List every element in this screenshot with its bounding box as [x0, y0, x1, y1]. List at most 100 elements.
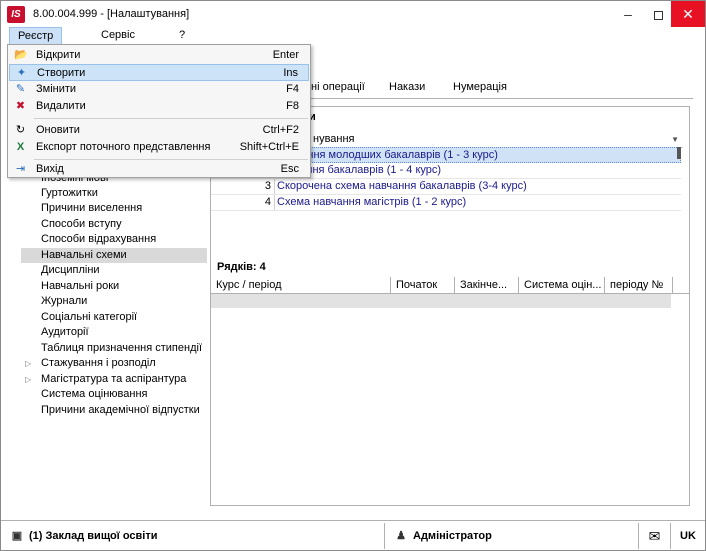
tree-item-label: Система оцінювання — [41, 388, 148, 400]
vertical-scrollbar[interactable] — [677, 147, 681, 159]
tree-item-label: Соціальні категорії — [41, 311, 138, 323]
main-window: IS 8.00.004.999 - [Налаштування] – ✕ Реє… — [0, 0, 706, 551]
tree-item-label: Магістратура та аспірантура — [41, 373, 187, 385]
tree-item-scholarship-table[interactable]: Таблиця призначення стипендії — [21, 341, 207, 356]
menu-separator — [34, 118, 308, 119]
column-header-grading[interactable]: Система оцін... — [519, 277, 605, 294]
row-name: Скорочена схема навчання бакалаврів (3-4… — [277, 180, 527, 192]
menu-item-shortcut: F8 — [286, 100, 299, 112]
settings-tree: Іноземні мові Гуртожитки Причини виселен… — [21, 171, 209, 507]
tree-item-label: Навчальні роки — [41, 280, 120, 292]
menu-item-label: Оновити — [36, 124, 80, 136]
tree-item-label: Гуртожитки — [41, 187, 98, 199]
tab-orders[interactable]: Накази — [389, 81, 425, 93]
user-status[interactable]: ♟ Адміністратор — [385, 523, 639, 549]
tree-item-admission-ways[interactable]: Способи вступу — [21, 217, 207, 232]
tree-item-label: Навчальні схеми — [41, 249, 127, 261]
menu-item-shortcut: Ins — [283, 67, 298, 79]
registry-menu-dropdown: 📂 Відкрити Enter ✦ Створити Ins ✎ Змінит… — [7, 44, 311, 178]
status-bar: ▣ (1) Заклад вищої освіти ♟ Адміністратор … — [1, 520, 705, 550]
menu-separator — [34, 159, 308, 160]
title-bar[interactable]: IS 8.00.004.999 - [Налаштування] – ✕ — [1, 1, 705, 27]
tree-item-social-categories[interactable]: Соціальні категорії — [21, 310, 207, 325]
window-title: 8.00.004.999 - [Налаштування] — [33, 8, 190, 20]
row-name: Схема навчання магістрів (1 - 2 курс) — [277, 196, 467, 208]
tree-item-expulsion-ways[interactable]: Способи відрахування — [21, 232, 207, 247]
tree-item-internship[interactable]: ▷ Стажування і розподіл — [21, 356, 207, 371]
column-header-period-number[interactable]: періоду № — [605, 277, 673, 294]
periods-grid: Курс / період Початок Закінче... Система… — [211, 277, 689, 505]
user-name: Адміністратор — [413, 530, 492, 542]
table-row[interactable] — [211, 294, 671, 308]
menu-item-label: Експорт поточного представлення — [36, 141, 211, 153]
tree-item-eviction-reasons[interactable]: Причини виселення — [21, 201, 207, 216]
mail-status[interactable]: ✉ — [639, 523, 671, 549]
menu-item-export[interactable]: X Експорт поточного представлення Shift+… — [9, 139, 309, 156]
column-header-end[interactable]: Закінче... — [455, 277, 519, 294]
menu-registry[interactable]: Реєстр — [9, 27, 63, 45]
organization-status[interactable]: ▣ (1) Заклад вищої освіти — [1, 523, 385, 549]
maximize-icon — [653, 10, 663, 20]
menu-service[interactable]: Сервіс — [93, 27, 143, 45]
tree-item-academic-years[interactable]: Навчальні роки — [21, 279, 207, 294]
tree-item-label: Аудиторії — [41, 326, 89, 338]
column-filter-combo[interactable]: нування ▼ — [311, 132, 683, 148]
menu-item-exit[interactable]: ⇥ Вихід Esc — [9, 161, 309, 178]
tree-item-grading-system[interactable]: Система оцінювання — [21, 387, 207, 402]
delete-icon: ✖ — [15, 100, 26, 112]
list-item[interactable]: 4 Схема навчання магістрів (1 - 2 курс) — [211, 195, 681, 211]
menu-item-label: Вихід — [36, 163, 64, 175]
menu-item-open[interactable]: 📂 Відкрити Enter — [9, 47, 309, 64]
excel-export-icon: X — [16, 141, 25, 153]
menu-item-edit[interactable]: ✎ Змінити F4 — [9, 81, 309, 98]
mail-icon: ✉ — [648, 528, 661, 544]
organization-name: (1) Заклад вищої освіти — [29, 530, 158, 542]
menu-item-delete[interactable]: ✖ Видалити F8 — [9, 98, 309, 115]
tree-item-label: Журнали — [41, 295, 88, 307]
tree-item-label: Способи вступу — [41, 218, 122, 230]
chevron-down-icon[interactable]: ▼ — [671, 132, 679, 147]
tab-numbering[interactable]: Нумерація — [453, 81, 507, 93]
periods-grid-header: Курс / період Початок Закінче... Система… — [211, 277, 689, 294]
tree-item-disciplines[interactable]: Дисципліни — [21, 263, 207, 278]
tree-item-label: Способи відрахування — [41, 233, 157, 245]
tree-item-study-schemes[interactable]: Навчальні схеми — [21, 248, 207, 263]
tree-item-label: Таблиця призначення стипендії — [41, 342, 202, 354]
tab-operations[interactable]: ні операції — [311, 81, 365, 93]
menu-item-label: Відкрити — [36, 49, 81, 61]
language-indicator[interactable]: UK — [671, 523, 705, 549]
create-icon: ✦ — [16, 67, 27, 79]
tree-item-label: Причини виселення — [41, 202, 143, 214]
menu-item-label: Змінити — [36, 83, 77, 95]
tree-item-journals[interactable]: Журнали — [21, 294, 207, 309]
menu-help[interactable]: ? — [171, 27, 193, 45]
menu-item-create[interactable]: ✦ Створити Ins — [9, 64, 309, 81]
expand-arrow-icon[interactable]: ▷ — [25, 372, 31, 387]
menu-item-shortcut: Ctrl+F2 — [262, 124, 299, 136]
column-header-course[interactable]: Курс / період — [211, 277, 391, 294]
menu-item-label: Створити — [37, 67, 86, 79]
menu-bar: Реєстр Сервіс ? — [1, 27, 705, 45]
menu-item-shortcut: F4 — [286, 83, 299, 95]
list-item[interactable]: 3 Скорочена схема навчання бакалаврів (3… — [211, 179, 681, 195]
column-header-start[interactable]: Початок — [391, 277, 455, 294]
tree-item-label: Причини академічної відпустки — [41, 404, 200, 416]
menu-item-refresh[interactable]: ↻ Оновити Ctrl+F2 — [9, 122, 309, 139]
tree-item-dormitories[interactable]: Гуртожитки — [21, 186, 207, 201]
row-number: 4 — [211, 195, 275, 210]
expand-arrow-icon[interactable]: ▷ — [25, 356, 31, 371]
menu-item-shortcut: Esc — [280, 163, 299, 175]
menu-item-label: Видалити — [36, 100, 86, 112]
tree-item-classrooms[interactable]: Аудиторії — [21, 325, 207, 340]
edit-icon: ✎ — [15, 83, 26, 95]
user-icon: ♟ — [396, 530, 406, 542]
app-logo-icon: IS — [7, 6, 25, 23]
close-button[interactable]: ✕ — [671, 1, 705, 27]
minimize-button[interactable]: – — [613, 1, 643, 27]
tree-item-masters[interactable]: ▷ Магістратура та аспірантура — [21, 372, 207, 387]
rows-count: Рядків: 4 — [217, 261, 266, 273]
open-icon: 📂 — [14, 49, 28, 61]
maximize-button[interactable] — [643, 1, 673, 27]
row-number: 3 — [211, 179, 275, 194]
tree-item-academic-leave-reasons[interactable]: Причини академічної відпустки — [21, 403, 207, 418]
